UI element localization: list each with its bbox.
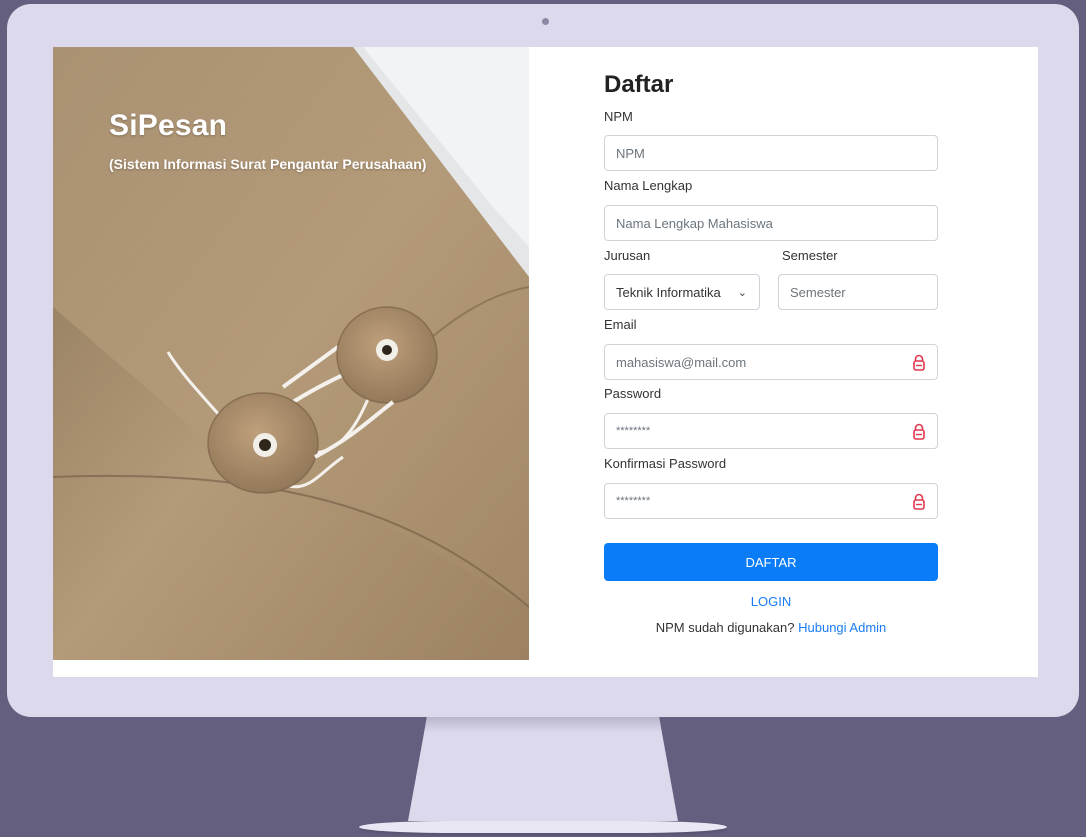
email-input[interactable]: mahasiswa@mail.com xyxy=(604,344,938,380)
hubungi-admin-link[interactable]: Hubungi Admin xyxy=(798,620,886,635)
nama-label: Nama Lengkap xyxy=(604,178,693,193)
semester-input[interactable]: Semester xyxy=(778,274,938,310)
chevron-down-icon: ⌄ xyxy=(737,287,747,299)
konfirmasi-value: ******** xyxy=(616,495,651,507)
semester-label: Semester xyxy=(782,248,838,263)
password-value: ******** xyxy=(616,425,651,437)
daftar-button[interactable]: DAFTAR xyxy=(604,543,938,581)
jurusan-label: Jurusan xyxy=(604,248,651,263)
email-value: mahasiswa@mail.com xyxy=(616,354,747,370)
lock-icon[interactable] xyxy=(911,423,927,441)
konfirmasi-label: Konfirmasi Password xyxy=(604,456,727,471)
form-heading: Daftar xyxy=(604,71,674,98)
jurusan-value: Teknik Informatika xyxy=(616,284,721,300)
brand-subtitle: (Sistem Informasi Surat Pengantar Perusa… xyxy=(109,156,427,172)
brand-title: SiPesan xyxy=(109,109,228,142)
hint-text: NPM sudah digunakan? Hubungi Admin xyxy=(604,620,938,635)
password-input[interactable]: ******** xyxy=(604,413,938,449)
login-link[interactable]: LOGIN xyxy=(604,594,938,609)
konfirmasi-input[interactable]: ******** xyxy=(604,483,938,519)
camera-dot xyxy=(542,18,549,25)
npm-label: NPM xyxy=(604,109,633,124)
lock-icon[interactable] xyxy=(911,354,927,372)
registration-form: Daftar NPM NPM Nama Lengkap Nama Lengkap… xyxy=(604,47,938,677)
monitor-base xyxy=(359,821,727,833)
lock-icon[interactable] xyxy=(911,493,927,511)
screen: SiPesan (Sistem Informasi Surat Penganta… xyxy=(53,47,1038,677)
password-label: Password xyxy=(604,386,662,401)
monitor-stand-shadow xyxy=(424,717,662,733)
npm-input[interactable]: NPM xyxy=(604,135,938,171)
hint-question: NPM sudah digunakan? xyxy=(655,620,795,635)
envelope-photo: SiPesan (Sistem Informasi Surat Penganta… xyxy=(53,47,529,660)
nama-input[interactable]: Nama Lengkap Mahasiswa xyxy=(604,205,938,241)
email-label: Email xyxy=(604,317,637,332)
jurusan-select[interactable]: Teknik Informatika ⌄ xyxy=(604,274,760,310)
